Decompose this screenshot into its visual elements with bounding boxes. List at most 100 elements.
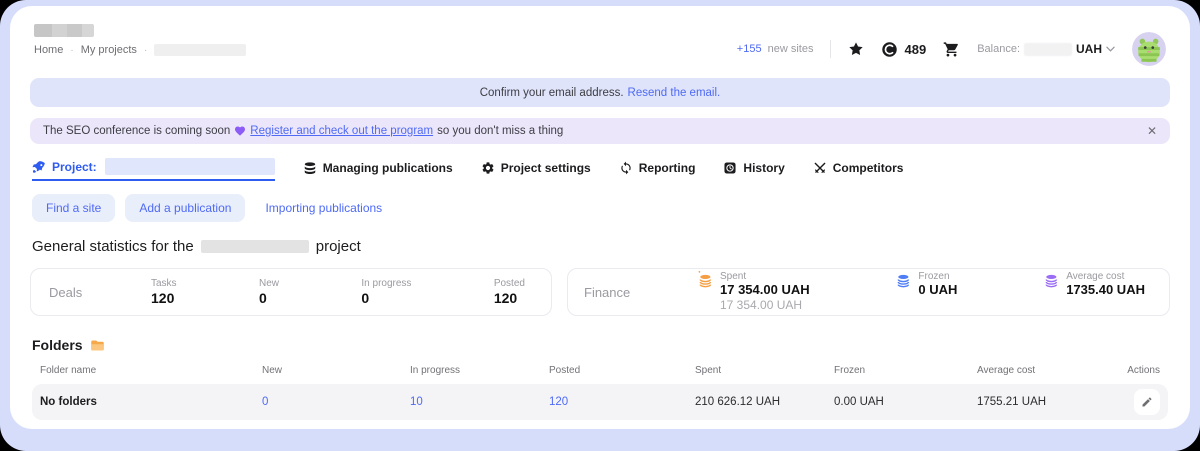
col-frozen: Frozen: [834, 365, 977, 376]
balance-label: Balance:: [977, 43, 1020, 55]
stat-in-progress: In progress 0: [361, 278, 411, 306]
project-tabs: Project: Managing publications Project s…: [32, 158, 1168, 181]
deals-card: Deals Tasks 120 New 0 In progress 0 Post…: [30, 268, 552, 316]
breadcrumb: Home · My projects ·: [34, 44, 246, 56]
project-name-redacted: [105, 158, 275, 175]
action-buttons: Find a site Add a publication Importing …: [32, 194, 1168, 222]
tab-competitors-label: Competitors: [833, 161, 904, 175]
row-frozen: 0.00 UAH: [834, 396, 977, 408]
balance-menu[interactable]: Balance: UAH: [977, 42, 1115, 56]
balance-amount-redacted: [1024, 43, 1072, 56]
row-new-link[interactable]: 0: [262, 396, 410, 408]
add-publication-button[interactable]: Add a publication: [125, 194, 245, 222]
find-site-button[interactable]: Find a site: [32, 194, 115, 222]
seo-banner-post: so you don't miss a thing: [437, 125, 563, 137]
row-spent: 210 626.12 UAH: [695, 396, 834, 408]
finance-average-value: 1735.40 UAH: [1066, 282, 1145, 298]
table-row: No folders 0 10 120 210 626.12 UAH 0.00 …: [32, 384, 1168, 420]
close-icon[interactable]: ✕: [1147, 125, 1157, 137]
favorites-star-icon[interactable]: [848, 41, 864, 57]
tab-project-settings-label: Project settings: [501, 161, 591, 175]
header-right: +155 new sites 489 Balance: UAH: [737, 32, 1166, 66]
header-divider: [830, 40, 831, 58]
finance-card: Finance Spent 17 354.00 UAH 17 354.00 UA…: [567, 268, 1170, 316]
new-sites-label: new sites: [768, 43, 814, 55]
seo-conference-banner: The SEO conference is coming soon Regist…: [30, 118, 1170, 144]
deals-stats: Tasks 120 New 0 In progress 0 Posted 120: [151, 278, 525, 306]
credits-counter[interactable]: 489: [881, 41, 926, 58]
coins-purple-icon: [1042, 271, 1059, 288]
page-title-pre: General statistics for the: [32, 238, 194, 255]
breadcrumb-separator: ·: [144, 45, 147, 56]
tab-reporting-label: Reporting: [639, 161, 696, 175]
deals-label: Deals: [49, 285, 151, 300]
stat-label: Posted: [494, 278, 525, 289]
finance-spent: Spent 17 354.00 UAH 17 354.00 UAH: [696, 271, 810, 313]
stat-value: 0: [259, 290, 279, 306]
row-folder-name: No folders: [34, 396, 262, 408]
stat-new: New 0: [259, 278, 279, 306]
page-background: Home · My projects · +155 new sites 489: [0, 0, 1200, 451]
coins-orange-icon: [696, 271, 713, 288]
chevron-down-icon: [1106, 46, 1115, 52]
email-banner-text: Confirm your email address.: [480, 87, 624, 99]
stat-value: 0: [361, 290, 411, 306]
tab-project-settings[interactable]: Project settings: [481, 161, 591, 181]
seo-banner-pre: The SEO conference is coming soon: [43, 125, 230, 137]
gear-icon: [481, 161, 495, 175]
stat-tasks: Tasks 120: [151, 278, 177, 306]
finance-spent-label: Spent: [720, 271, 810, 282]
tab-history[interactable]: History: [723, 161, 784, 181]
stat-label: New: [259, 278, 279, 289]
stat-value: 120: [494, 290, 525, 306]
crossed-swords-icon: [813, 161, 827, 175]
col-actions: Actions: [1114, 365, 1166, 376]
col-in-progress: In progress: [410, 365, 549, 376]
credits-count: 489: [904, 42, 926, 57]
cart-icon[interactable]: [943, 41, 960, 58]
header-left: Home · My projects ·: [34, 24, 246, 56]
tab-managing-publications-label: Managing publications: [323, 161, 453, 175]
finance-stats: Spent 17 354.00 UAH 17 354.00 UAH Frozen…: [696, 271, 1145, 313]
folder-icon: [90, 338, 105, 353]
history-icon: [723, 161, 737, 175]
page-title: General statistics for the project: [32, 238, 1168, 255]
importing-publications-link[interactable]: Importing publications: [255, 194, 392, 222]
col-average-cost: Average cost: [977, 365, 1114, 376]
finance-frozen-value: 0 UAH: [918, 282, 957, 298]
finance-spent-sub: 17 354.00 UAH: [720, 298, 810, 312]
project-name-redacted: [201, 240, 309, 253]
folders-title-text: Folders: [32, 337, 83, 353]
row-in-progress-link[interactable]: 10: [410, 396, 549, 408]
finance-average-cost: Average cost 1735.40 UAH: [1042, 271, 1145, 313]
breadcrumb-separator: ·: [70, 45, 73, 56]
stat-cards: Deals Tasks 120 New 0 In progress 0 Post…: [30, 268, 1170, 316]
folders-title: Folders: [32, 337, 1168, 353]
breadcrumb-my-projects[interactable]: My projects: [81, 44, 137, 56]
stack-icon: [303, 161, 317, 175]
new-sites-count: +155: [737, 43, 762, 55]
finance-label: Finance: [584, 285, 696, 300]
avatar[interactable]: [1132, 32, 1166, 66]
folders-table-header: Folder name New In progress Posted Spent…: [32, 365, 1168, 376]
page-title-post: project: [316, 238, 361, 255]
tab-history-label: History: [743, 161, 784, 175]
tab-reporting[interactable]: Reporting: [619, 161, 696, 181]
tab-managing-publications[interactable]: Managing publications: [303, 161, 453, 181]
breadcrumb-home[interactable]: Home: [34, 44, 63, 56]
stat-label: Tasks: [151, 278, 177, 289]
header: Home · My projects · +155 new sites 489: [24, 20, 1176, 66]
rocket-icon: [32, 160, 46, 174]
seo-register-link[interactable]: Register and check out the program: [250, 125, 433, 137]
new-sites-link[interactable]: +155 new sites: [737, 43, 814, 55]
row-posted-link[interactable]: 120: [549, 396, 695, 408]
stat-posted: Posted 120: [494, 278, 525, 306]
logo-redacted: [34, 24, 94, 37]
tab-competitors[interactable]: Competitors: [813, 161, 904, 181]
resend-email-link[interactable]: Resend the email.: [628, 87, 721, 99]
col-folder-name: Folder name: [34, 365, 262, 376]
pencil-icon: [1141, 396, 1153, 408]
tab-project[interactable]: Project:: [32, 158, 275, 181]
tab-project-label: Project:: [52, 160, 97, 174]
edit-button[interactable]: [1134, 389, 1160, 415]
